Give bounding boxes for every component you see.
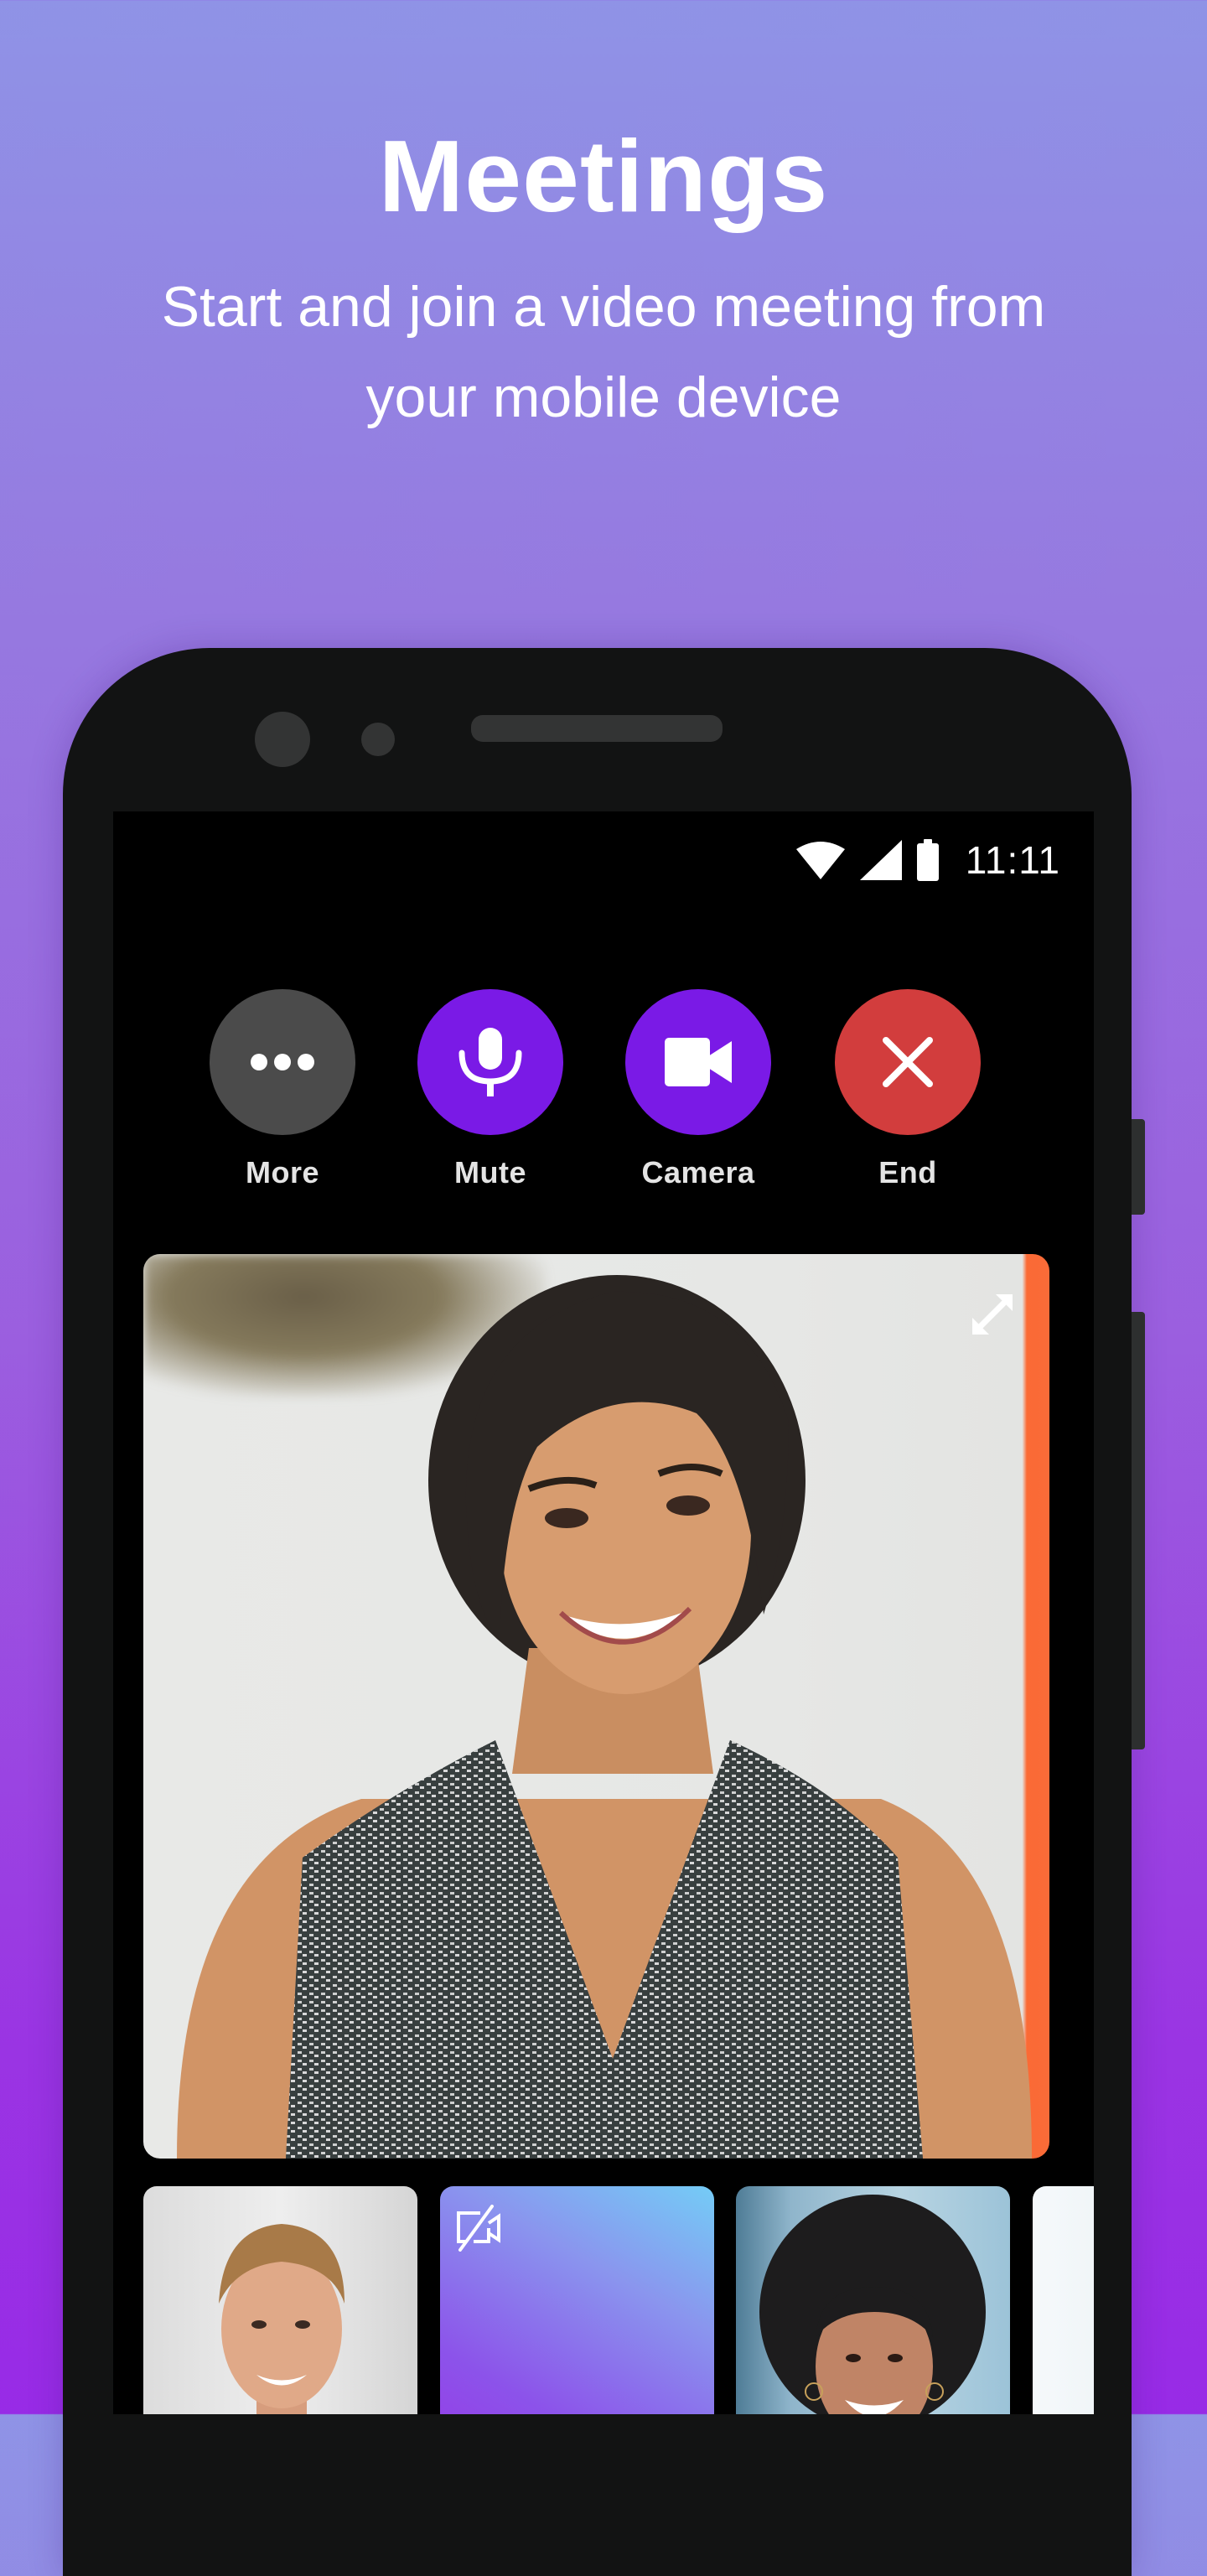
participant-man-portrait (219, 2224, 344, 2414)
camera-off-icon (455, 2205, 502, 2252)
more-button[interactable]: More (199, 989, 366, 1190)
camera-label: Camera (641, 1155, 755, 1190)
mute-button-circle[interactable] (417, 989, 563, 1135)
participant-partial-portrait (1033, 2186, 1094, 2414)
expand-icon[interactable] (969, 1291, 1016, 1338)
wifi-icon (795, 841, 845, 879)
participant-woman-portrait (759, 2195, 986, 2414)
main-video-tile[interactable] (143, 1254, 1049, 2159)
mute-button[interactable]: Mute (407, 989, 574, 1190)
more-button-circle[interactable] (210, 989, 355, 1135)
front-camera (255, 712, 310, 767)
participant-thumbnail[interactable] (736, 2186, 1010, 2414)
promo-subtitle: Start and join a video meeting from your… (34, 262, 1173, 443)
call-controls: More Mute Camera End (113, 989, 1094, 1190)
participant-thumbnail-camera-off[interactable] (440, 2186, 714, 2414)
camera-button[interactable]: Camera (614, 989, 782, 1190)
battery-icon (916, 839, 939, 881)
promo-subtitle-line-1: Start and join a video meeting from (161, 275, 1046, 339)
participant-thumbnail[interactable] (143, 2186, 417, 2414)
more-label: More (245, 1155, 319, 1190)
end-call-button-circle[interactable] (835, 989, 981, 1135)
video-camera-icon (665, 1038, 732, 1086)
status-bar: 11:11 (795, 835, 1060, 885)
participant-thumbnail[interactable] (1033, 2186, 1094, 2414)
phone-volume-button (1132, 1312, 1145, 1749)
promo-title: Meetings (378, 119, 829, 233)
earpiece-speaker (471, 715, 723, 742)
proximity-sensor (361, 723, 395, 756)
end-call-button[interactable]: End (824, 989, 992, 1190)
camera-button-circle[interactable] (625, 989, 771, 1135)
promo-subtitle-line-2: your mobile device (365, 365, 842, 429)
microphone-icon (457, 1028, 524, 1096)
status-time: 11:11 (965, 838, 1060, 882)
phone-power-button (1132, 1119, 1145, 1215)
phone-screen: 11:11 More Mute Camera End (113, 811, 1094, 2414)
more-dots-icon (250, 1051, 315, 1073)
mute-label: Mute (454, 1155, 526, 1190)
cellular-signal-icon (859, 840, 902, 880)
speaker-portrait (177, 1275, 1032, 2159)
close-icon (882, 1036, 934, 1088)
end-label: End (878, 1155, 937, 1190)
